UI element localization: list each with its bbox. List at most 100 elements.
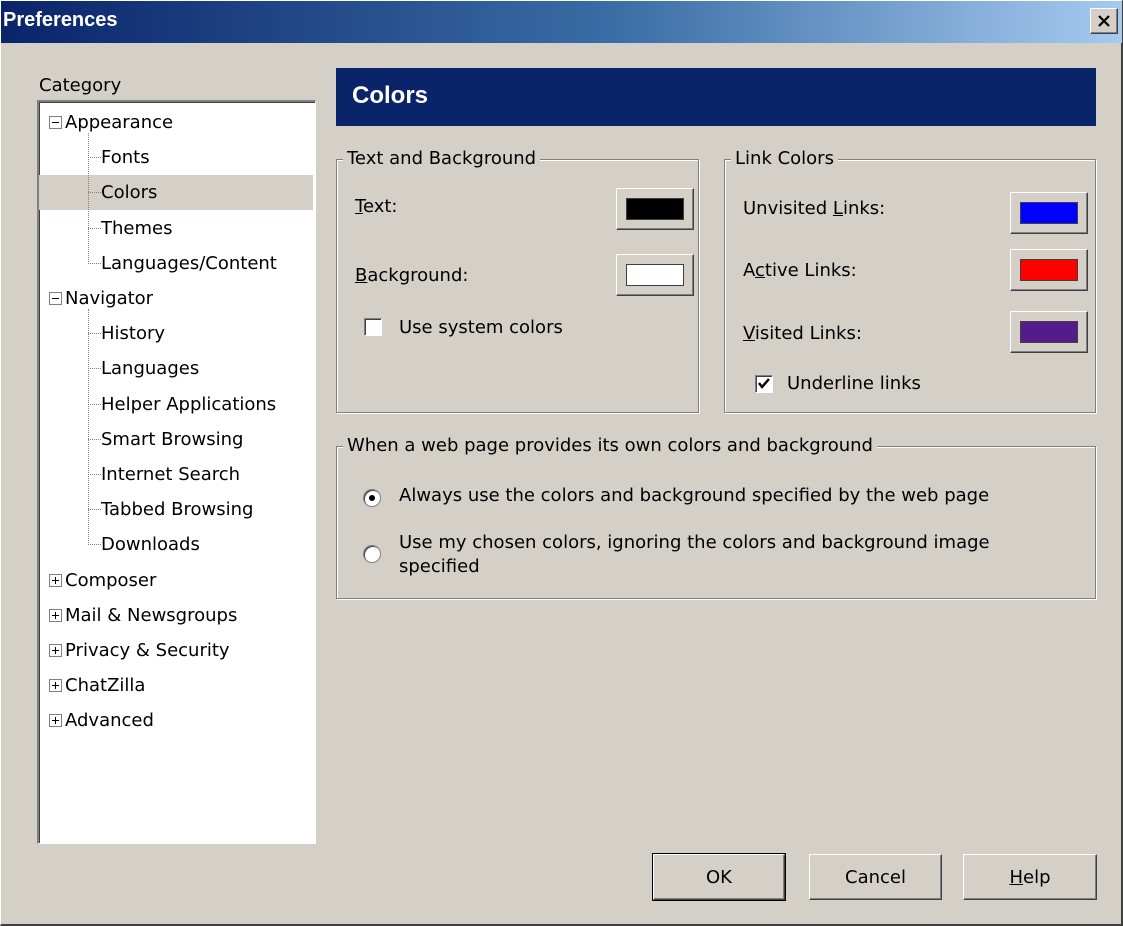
tree-item-composer[interactable]: Composer bbox=[39, 563, 313, 598]
tree-item-label: Downloads bbox=[101, 534, 200, 556]
tree-item-label: Tabbed Browsing bbox=[101, 499, 254, 521]
collapse-icon[interactable] bbox=[49, 116, 62, 129]
tree-item-tabbed-browsing[interactable]: Tabbed Browsing bbox=[39, 492, 313, 527]
tree-item-history[interactable]: History bbox=[39, 316, 313, 351]
expand-icon[interactable] bbox=[49, 679, 62, 693]
close-icon bbox=[1098, 15, 1110, 27]
close-button[interactable] bbox=[1090, 8, 1118, 34]
tree-item-advanced[interactable]: Advanced bbox=[39, 703, 313, 738]
tree-connector bbox=[88, 157, 101, 159]
always-use-page-colors-label: Always use the colors and background spe… bbox=[399, 485, 990, 506]
tree-item-label: Composer bbox=[65, 569, 157, 591]
cancel-button[interactable]: Cancel bbox=[809, 854, 942, 900]
text-and-background-group: Text and Background Text: Background: Us… bbox=[336, 148, 699, 413]
expand-icon[interactable] bbox=[49, 714, 62, 728]
expand-icon[interactable] bbox=[49, 608, 62, 622]
checkmark-icon bbox=[758, 378, 770, 389]
tree-connector-line bbox=[88, 309, 89, 546]
tree-item-languages[interactable]: Languages bbox=[39, 351, 313, 386]
tree-connector bbox=[88, 509, 101, 511]
tree-connector bbox=[88, 544, 101, 546]
tree-item-smart-browsing[interactable]: Smart Browsing bbox=[39, 422, 313, 457]
tree-item-label: Internet Search bbox=[101, 464, 241, 485]
active-links-color-button[interactable] bbox=[1010, 249, 1088, 291]
window-title: Preferences bbox=[3, 9, 118, 31]
tree-item-label: Navigator bbox=[65, 288, 154, 309]
collapse-icon[interactable] bbox=[49, 292, 62, 305]
tree-item-chatzilla[interactable]: ChatZilla bbox=[39, 668, 313, 703]
tree-item-label: Advanced bbox=[65, 710, 154, 732]
visited-links-label: Visited Links: bbox=[743, 323, 862, 344]
tree-item-label: History bbox=[101, 323, 166, 345]
tree-item-label: Mail & Newsgroups bbox=[65, 604, 238, 626]
tree-item-label: Privacy & Security bbox=[65, 640, 230, 661]
tree-item-helper-applications[interactable]: Helper Applications bbox=[39, 387, 313, 422]
tree-item-label: Languages bbox=[101, 358, 200, 380]
title-bar[interactable]: Preferences bbox=[1, 1, 1122, 43]
ok-button-label: OK bbox=[706, 866, 732, 888]
unvisited-links-label: Unvisited Links: bbox=[743, 198, 886, 219]
panel-title: Colors bbox=[352, 82, 429, 109]
link-colors-group: Link Colors Unvisited Links: Active Link… bbox=[724, 148, 1096, 413]
expand-icon[interactable] bbox=[49, 573, 62, 587]
tree-item-label: Languages/Content bbox=[101, 252, 277, 274]
background-color-button[interactable] bbox=[616, 254, 694, 296]
tree-item-downloads[interactable]: Downloads bbox=[39, 527, 313, 562]
tree-item-navigator[interactable]: Navigator bbox=[39, 281, 313, 316]
tree-item-languages-content[interactable]: Languages/Content bbox=[39, 246, 313, 281]
background-color-swatch bbox=[626, 264, 684, 286]
text-color-label: Text: bbox=[355, 196, 398, 217]
use-my-colors-label: Use my chosen colors, ignoring the color… bbox=[399, 532, 990, 577]
background-color-label: Background: bbox=[355, 265, 469, 286]
tree-connector bbox=[88, 438, 101, 440]
tree-item-appearance[interactable]: Appearance bbox=[39, 105, 313, 140]
help-button[interactable]: Help bbox=[963, 854, 1097, 900]
text-and-background-title: Text and Background bbox=[343, 148, 541, 170]
tree-item-label: Fonts bbox=[101, 147, 150, 169]
category-label: Category bbox=[39, 75, 122, 96]
tree-connector bbox=[88, 333, 101, 335]
unvisited-links-swatch bbox=[1020, 202, 1078, 224]
tree-connector bbox=[88, 403, 101, 405]
page-colors-override-group: When a web page provides its own colors … bbox=[336, 435, 1096, 599]
text-color-button[interactable] bbox=[616, 188, 694, 230]
tree-item-colors[interactable]: Colors bbox=[39, 175, 313, 211]
tree-item-label: Themes bbox=[101, 217, 173, 239]
panel-header: Colors bbox=[336, 68, 1096, 126]
system-colors-label: Use system colors bbox=[399, 317, 563, 338]
always-use-page-colors-radio[interactable] bbox=[363, 489, 381, 507]
tree-item-label: Helper Applications bbox=[101, 393, 277, 415]
tree-item-mail-newsgroups[interactable]: Mail & Newsgroups bbox=[39, 598, 313, 633]
tree-connector-line bbox=[88, 133, 89, 264]
ok-button[interactable]: OK bbox=[652, 853, 786, 901]
tree-item-label: Colors bbox=[101, 182, 158, 204]
tree-item-fonts[interactable]: Fonts bbox=[39, 140, 313, 175]
radio-dot-icon bbox=[369, 495, 375, 501]
tree-item-label: Smart Browsing bbox=[101, 428, 244, 450]
category-tree[interactable]: Appearance Fonts Colors Themes Languages/Con… bbox=[37, 100, 316, 844]
active-links-swatch bbox=[1020, 259, 1078, 281]
tree-connector bbox=[88, 192, 101, 194]
tree-item-privacy-security[interactable]: Privacy & Security bbox=[39, 633, 313, 668]
expand-icon[interactable] bbox=[49, 644, 62, 657]
underline-links-checkbox[interactable] bbox=[755, 375, 773, 393]
tree-connector bbox=[88, 474, 101, 475]
preferences-window: Preferences Category Appearance Fonts Colo… bbox=[0, 0, 1123, 926]
cancel-button-label: Cancel bbox=[845, 866, 906, 888]
text-color-swatch bbox=[626, 198, 684, 220]
active-links-label: Active Links: bbox=[743, 260, 857, 281]
tree-item-label: Appearance bbox=[65, 112, 174, 133]
tree-item-themes[interactable]: Themes bbox=[39, 211, 313, 246]
visited-links-swatch bbox=[1020, 321, 1078, 343]
underline-links-label: Underline links bbox=[787, 373, 921, 394]
tree-connector bbox=[88, 262, 101, 264]
unvisited-links-color-button[interactable] bbox=[1010, 192, 1088, 234]
tree-connector bbox=[88, 227, 101, 229]
visited-links-color-button[interactable] bbox=[1010, 311, 1088, 353]
tree-item-internet-search[interactable]: Internet Search bbox=[39, 457, 313, 492]
use-my-colors-radio[interactable] bbox=[363, 545, 381, 563]
tree-connector bbox=[88, 368, 101, 370]
system-colors-checkbox[interactable] bbox=[364, 318, 382, 336]
tree-item-label: ChatZilla bbox=[65, 675, 146, 697]
link-colors-title: Link Colors bbox=[731, 148, 838, 170]
